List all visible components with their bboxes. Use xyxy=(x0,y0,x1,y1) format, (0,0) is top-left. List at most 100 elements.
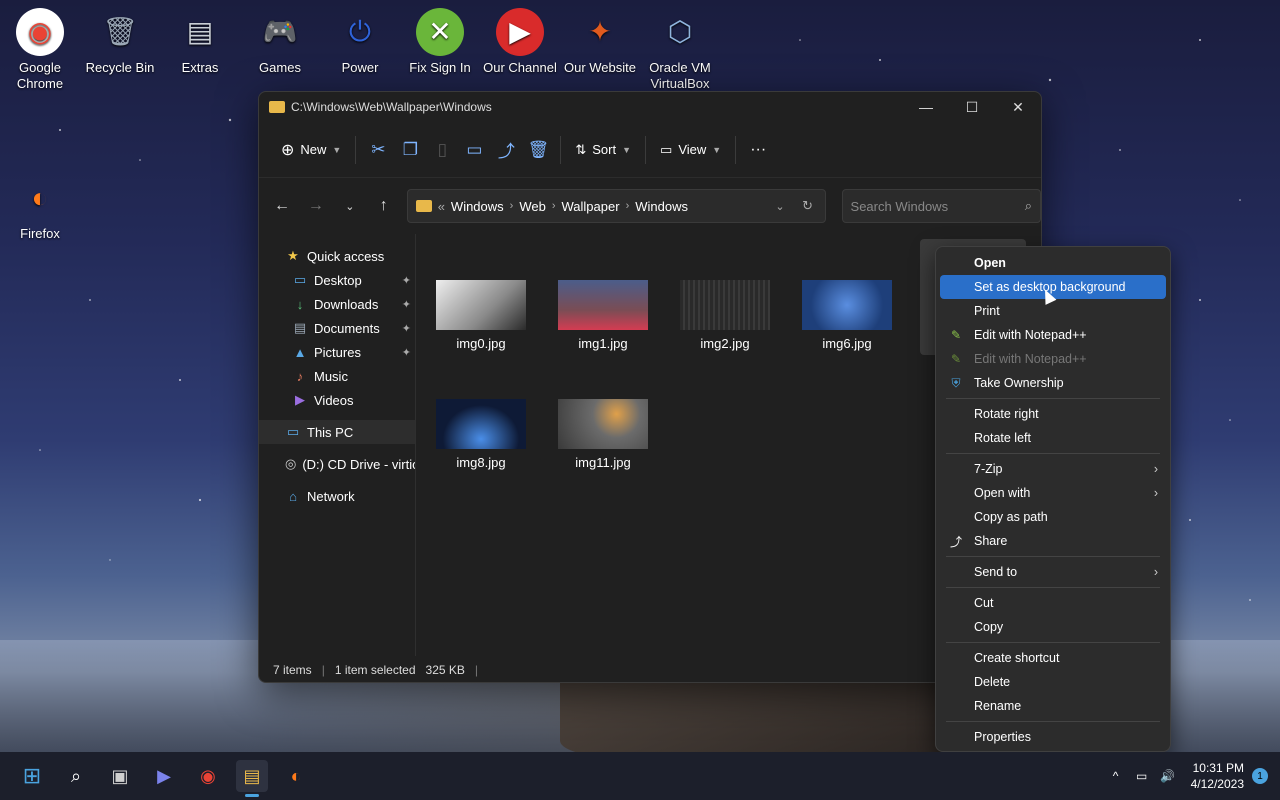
menu-item-open-with[interactable]: Open with › xyxy=(940,481,1166,505)
desktop-icon-power[interactable]: ⏻ Power xyxy=(320,0,400,76)
file-explorer-icon[interactable]: ▤ xyxy=(236,760,268,792)
volume-icon[interactable]: 🔊 xyxy=(1155,769,1181,783)
desktop-icon-google-chrome[interactable]: ◉ Google Chrome xyxy=(0,0,80,92)
sidebar-item-downloads[interactable]: ↓ Downloads ✦ xyxy=(259,292,415,316)
share-icon[interactable]: ⤴ xyxy=(490,137,522,162)
tray-overflow-chevron-icon[interactable]: ^ xyxy=(1103,769,1129,783)
file-item[interactable]: img2.jpg xyxy=(670,280,780,351)
view-button[interactable]: ▭ View ▼ xyxy=(652,134,729,166)
search-box[interactable]: Search Windows ⌕ xyxy=(841,189,1041,223)
file-item[interactable]: img6.jpg xyxy=(792,280,902,351)
file-item[interactable]: img1.jpg xyxy=(548,280,658,351)
file-item[interactable]: img0.jpg xyxy=(426,280,536,351)
search-icon[interactable]: ⌕ xyxy=(60,760,92,792)
breadcrumb-item[interactable]: Windows xyxy=(451,199,504,214)
pin-icon[interactable]: ✦ xyxy=(402,298,411,311)
menu-item-properties[interactable]: Properties xyxy=(940,725,1166,749)
desktop-icon-extras[interactable]: ▤ Extras xyxy=(160,0,240,76)
desktop-icon-recycle-bin[interactable]: 🗑 Recycle Bin xyxy=(80,0,160,76)
sidebar-item-desktop[interactable]: ▭ Desktop ✦ xyxy=(259,268,415,292)
sidebar-item-videos[interactable]: ▶ Videos xyxy=(259,388,415,412)
breadcrumb-item[interactable]: Windows xyxy=(635,199,688,214)
pin-icon[interactable]: ✦ xyxy=(402,274,411,287)
rename-icon[interactable]: ▭ xyxy=(458,140,490,160)
start-button[interactable]: ⊞ xyxy=(16,760,48,792)
menu-item-rotate-left[interactable]: Rotate left xyxy=(940,426,1166,450)
copy-icon[interactable]: ❐ xyxy=(394,140,426,160)
back-arrow-icon[interactable]: ← xyxy=(267,197,297,215)
menu-item-label: Send to xyxy=(974,565,1018,579)
address-dropdown-icon[interactable]: ⌄ xyxy=(775,200,784,213)
firefox-icon[interactable]: ◐ xyxy=(280,760,312,792)
menu-item-edit-with-notepad[interactable]: ✎ Edit with Notepad++ xyxy=(940,323,1166,347)
chat-icon[interactable]: ▶ xyxy=(148,760,180,792)
menu-item-delete[interactable]: Delete xyxy=(940,670,1166,694)
desktop-icon-label: Firefox xyxy=(20,226,60,241)
recent-locations-chevron-icon[interactable]: ⌄ xyxy=(335,200,365,213)
clock[interactable]: 10:31 PM 4/12/2023 xyxy=(1191,760,1244,792)
desktop-icon-label: Fix Sign In xyxy=(409,60,471,75)
menu-item-open[interactable]: Open xyxy=(940,251,1166,275)
notification-badge[interactable]: 1 xyxy=(1252,768,1268,784)
pin-icon[interactable]: ✦ xyxy=(402,322,411,335)
sidebar-item-documents[interactable]: ▤ Documents ✦ xyxy=(259,316,415,340)
delete-icon[interactable]: 🗑 xyxy=(522,140,554,160)
breadcrumb-item[interactable]: Wallpaper xyxy=(562,199,620,214)
address-bar[interactable]: « Windows › Web › Wallpaper › Windows ⌄ … xyxy=(406,189,826,223)
close-button[interactable]: ✕ xyxy=(995,92,1041,122)
menu-item-cut[interactable]: Cut xyxy=(940,591,1166,615)
breadcrumb-overflow[interactable]: « xyxy=(438,199,445,214)
sort-button[interactable]: ⇅ Sort ▼ xyxy=(567,134,639,166)
menu-item-copy[interactable]: Copy xyxy=(940,615,1166,639)
desktop-icon-fix-sign-in[interactable]: ✕ Fix Sign In xyxy=(400,0,480,76)
cut-icon[interactable]: ✂ xyxy=(362,140,394,160)
maximize-button[interactable]: ☐ xyxy=(949,92,995,122)
desktop-icon-our-channel[interactable]: ▶ Our Channel xyxy=(480,0,560,76)
forward-arrow-icon[interactable]: → xyxy=(301,197,331,215)
image-thumbnail xyxy=(802,280,892,330)
up-arrow-icon[interactable]: ↑ xyxy=(369,197,399,215)
breadcrumb-item[interactable]: Web xyxy=(519,199,546,214)
status-separator: | xyxy=(321,663,325,677)
menu-item-create-shortcut[interactable]: Create shortcut xyxy=(940,646,1166,670)
file-item[interactable]: img8.jpg xyxy=(426,399,536,470)
title-bar[interactable]: C:\Windows\Web\Wallpaper\Windows — ☐ ✕ xyxy=(259,92,1041,122)
menu-item-rotate-right[interactable]: Rotate right xyxy=(940,402,1166,426)
menu-item-copy-as-path[interactable]: Copy as path xyxy=(940,505,1166,529)
desktop-icon-virtualbox[interactable]: ⬡ Oracle VM VirtualBox xyxy=(640,0,720,92)
menu-item-edit-with-notepad-disabled: ✎ Edit with Notepad++ xyxy=(940,347,1166,371)
refresh-icon[interactable]: ↻ xyxy=(791,198,825,214)
new-button[interactable]: ⊕ New ▼ xyxy=(273,134,349,166)
desktop-icon-firefox[interactable]: ◐ Firefox xyxy=(0,166,80,242)
menu-item-label: Edit with Notepad++ xyxy=(974,328,1087,342)
desktop-icon-games[interactable]: 🎮 Games xyxy=(240,0,320,76)
menu-item-share[interactable]: ⤴ Share xyxy=(940,529,1166,553)
paste-icon[interactable]: ▯ xyxy=(426,140,458,160)
sidebar-item-network[interactable]: ⌂ Network xyxy=(259,484,415,508)
new-label: New xyxy=(300,142,327,157)
network-icon[interactable]: ▭ xyxy=(1129,769,1155,783)
sidebar-item-pictures[interactable]: ▲ Pictures ✦ xyxy=(259,340,415,364)
sidebar-item-music[interactable]: ♪ Music xyxy=(259,364,415,388)
pin-icon[interactable]: ✦ xyxy=(402,346,411,359)
menu-separator xyxy=(946,398,1160,399)
task-view-icon[interactable]: ▣ xyxy=(104,760,136,792)
sidebar-item-quick-access[interactable]: ★ Quick access xyxy=(259,244,415,268)
menu-item-take-ownership[interactable]: ⛨ Take Ownership xyxy=(940,371,1166,395)
sidebar-item-this-pc[interactable]: ▭ This PC xyxy=(259,420,415,444)
sidebar-item-cd-drive[interactable]: ◎ (D:) CD Drive - virtio xyxy=(259,452,415,476)
menu-item-send-to[interactable]: Send to › xyxy=(940,560,1166,584)
menu-item-rename[interactable]: Rename xyxy=(940,694,1166,718)
desktop-icon-our-website[interactable]: ✦ Our Website xyxy=(560,0,640,76)
menu-item-7-zip[interactable]: 7-Zip › xyxy=(940,457,1166,481)
menu-item-print[interactable]: Print xyxy=(940,299,1166,323)
chevron-right-icon: › xyxy=(625,200,630,212)
search-icon: ⌕ xyxy=(1024,198,1033,213)
status-bar: 7 items | 1 item selected 325 KB | xyxy=(259,656,1041,682)
file-item[interactable]: img11.jpg xyxy=(548,399,658,470)
more-options-button[interactable]: ··· xyxy=(742,134,774,166)
minimize-button[interactable]: — xyxy=(903,92,949,122)
chrome-icon[interactable]: ◉ xyxy=(192,760,224,792)
